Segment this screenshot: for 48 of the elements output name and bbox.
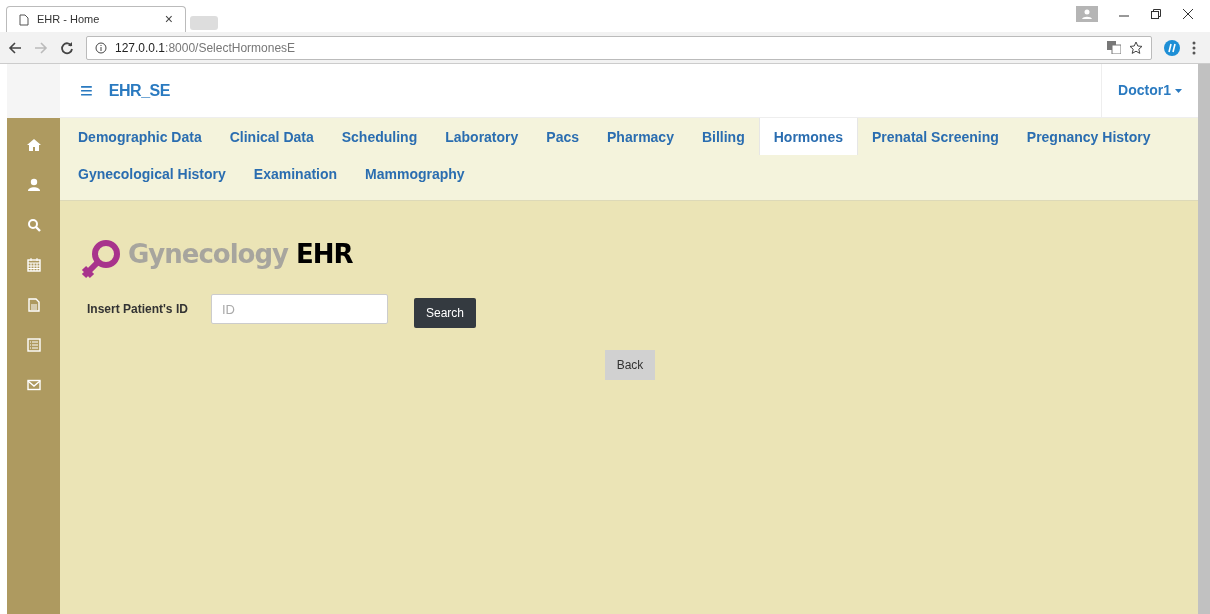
- tab-title: EHR - Home: [37, 12, 100, 28]
- nav-tab[interactable]: Laboratory: [431, 118, 533, 155]
- nav-tab[interactable]: Billing: [687, 118, 759, 155]
- scrollbar[interactable]: [1198, 64, 1210, 614]
- profile-icon[interactable]: [1076, 6, 1098, 22]
- nav-tab[interactable]: Scheduling: [327, 118, 432, 155]
- user-icon[interactable]: [26, 178, 41, 192]
- reload-icon[interactable]: [60, 40, 74, 55]
- field-label: Insert Patient's ID: [86, 301, 189, 318]
- mail-icon[interactable]: [26, 378, 41, 392]
- page-icon: [19, 13, 29, 26]
- back-button[interactable]: Back: [604, 350, 656, 380]
- translate-icon[interactable]: [1107, 41, 1121, 54]
- search-button[interactable]: Search: [414, 298, 477, 328]
- info-icon: [95, 41, 107, 54]
- close-icon[interactable]: [1182, 8, 1194, 20]
- nav-tab[interactable]: Pacs: [532, 118, 593, 155]
- logo-text: Gynecology: [128, 238, 289, 271]
- user-menu[interactable]: Doctor1: [1118, 80, 1182, 101]
- list-icon[interactable]: [26, 338, 41, 352]
- nav-tab[interactable]: Gynecological History: [64, 155, 240, 192]
- logo-text: EHR: [296, 238, 353, 271]
- nav-tab[interactable]: Prenatal Screening: [857, 118, 1013, 155]
- menu-button[interactable]: ≡: [80, 74, 93, 107]
- nav-tab[interactable]: Demographic Data: [64, 118, 216, 155]
- star-icon[interactable]: [1129, 40, 1143, 55]
- nav-tab[interactable]: Pregnancy History: [1012, 118, 1165, 155]
- home-icon[interactable]: [26, 138, 41, 152]
- id-field[interactable]: ID: [211, 294, 388, 324]
- restore-icon[interactable]: [1150, 8, 1162, 20]
- nav-tab[interactable]: Mammography: [351, 155, 479, 192]
- forward-icon[interactable]: [34, 40, 48, 55]
- more-icon[interactable]: [1192, 40, 1196, 55]
- search-icon[interactable]: [26, 218, 41, 232]
- nav-tab[interactable]: Clinical Data: [215, 118, 328, 155]
- url-text: 127.0.0.1:8000/SelectHormonesE: [115, 39, 296, 57]
- extension-icon[interactable]: [1164, 39, 1180, 56]
- caret-icon: [1175, 88, 1182, 93]
- nav-tab[interactable]: Hormones: [758, 118, 858, 155]
- brand-link[interactable]: EHR_SE: [108, 78, 170, 103]
- calendar-icon[interactable]: [26, 258, 41, 272]
- nav-tab[interactable]: Pharmacy: [593, 118, 688, 155]
- close-tab-button[interactable]: ×: [164, 9, 173, 30]
- address-bar[interactable]: 127.0.0.1:8000/SelectHormonesE: [86, 35, 1152, 60]
- browser-tab[interactable]: EHR - Home ×: [6, 6, 186, 32]
- back-icon[interactable]: [8, 40, 22, 55]
- document-icon[interactable]: [26, 298, 41, 312]
- nav-tab[interactable]: Examination: [239, 155, 352, 192]
